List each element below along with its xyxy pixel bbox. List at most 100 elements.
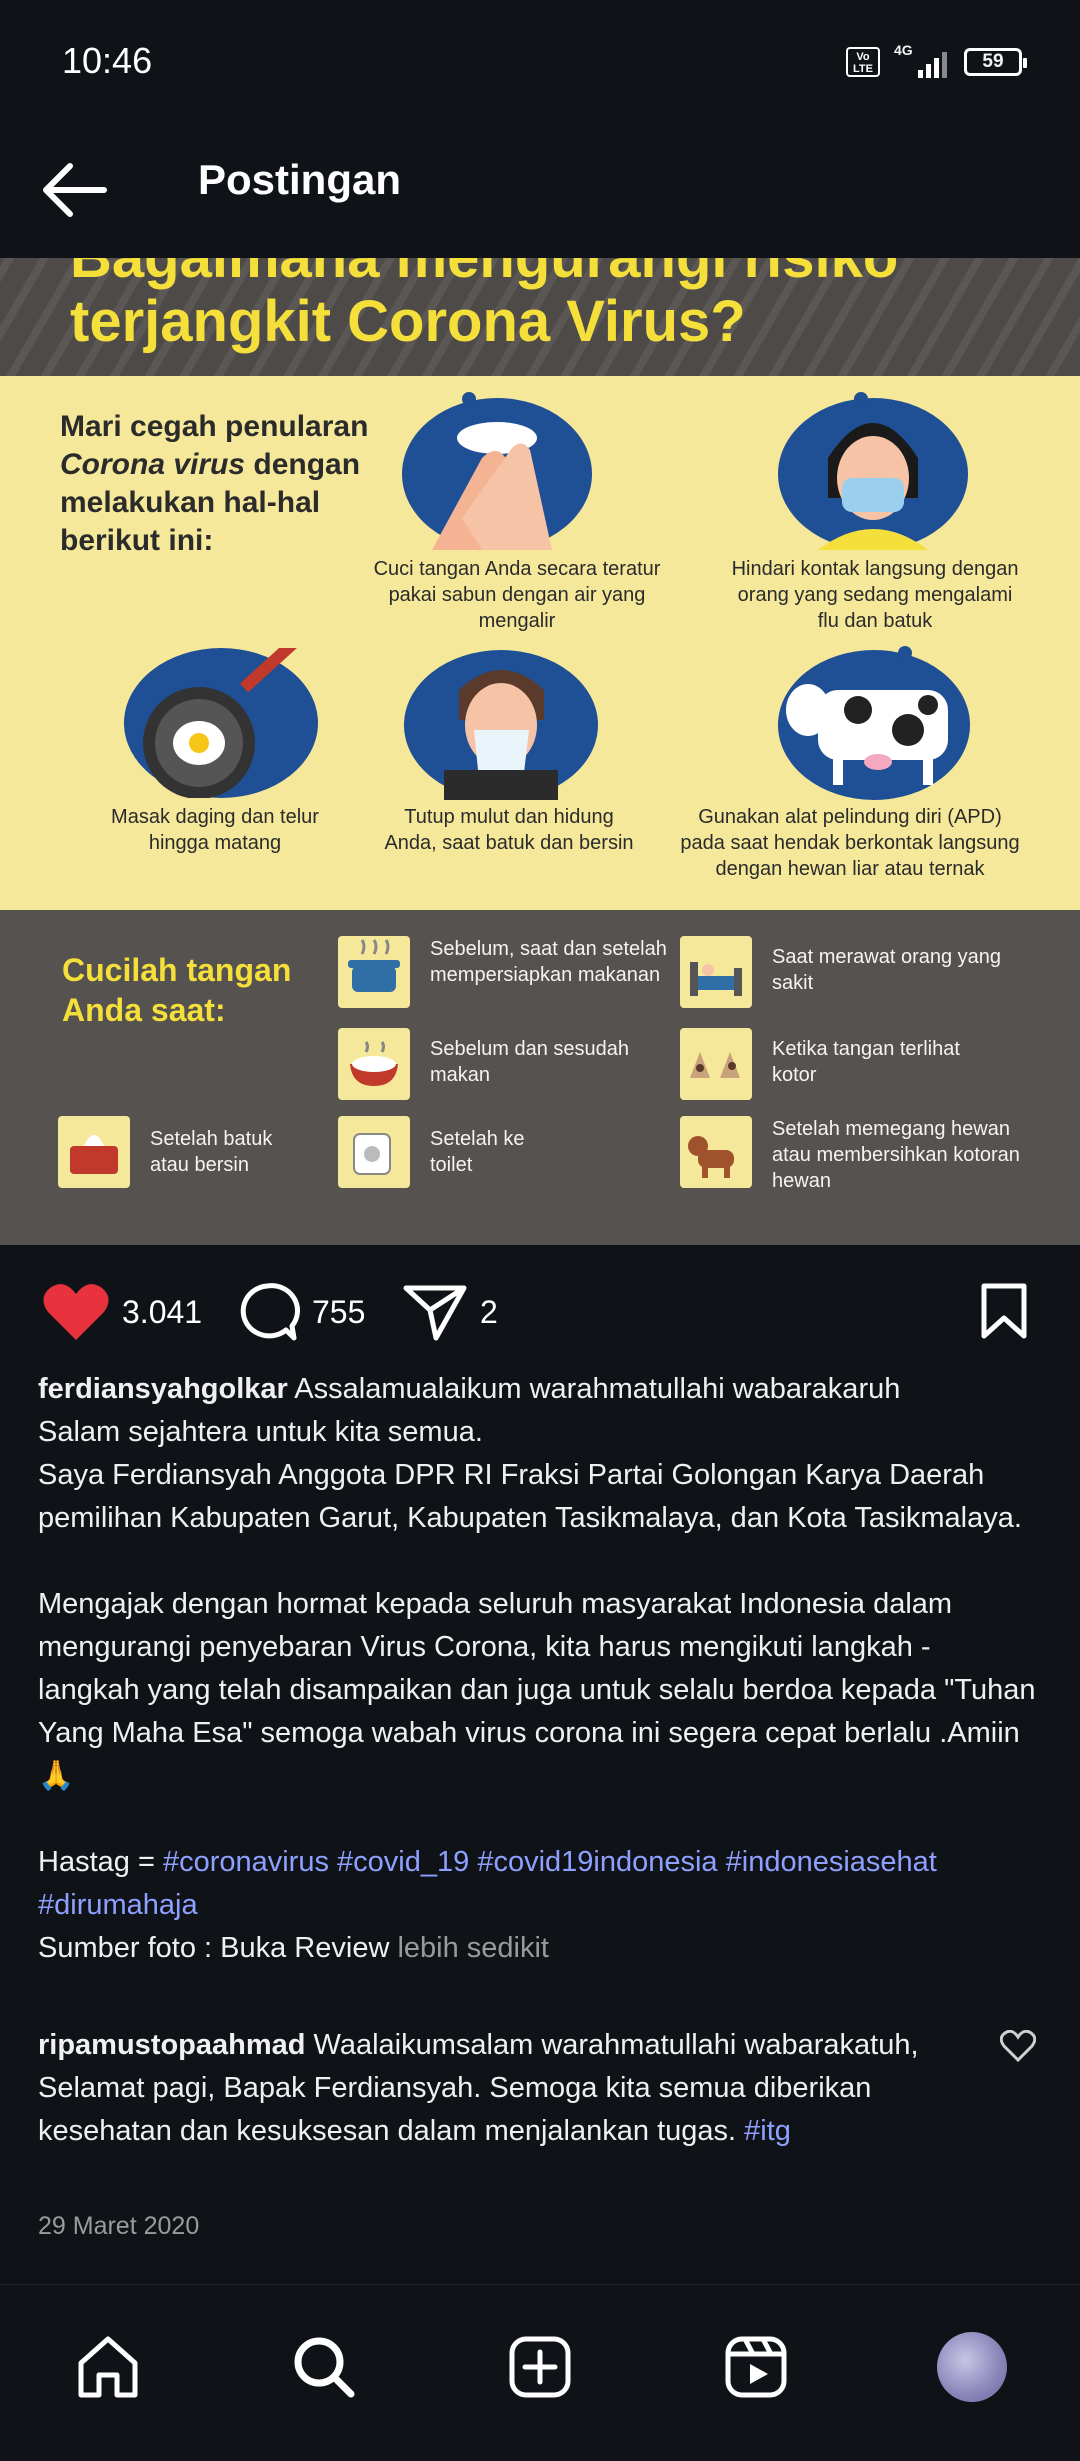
wash-title: Cucilah tangan Anda saat: (62, 950, 291, 1030)
wash-tip-text: Setelah memegang hewan atau membersihkan… (772, 1118, 1020, 1192)
intro-line: Corona virus dengan (60, 446, 420, 484)
wash-tip-text: Setelah ke toilet (430, 1128, 525, 1176)
wash-tip-text: Sebelum dan sesudah makan (430, 1038, 630, 1086)
mask-icon (818, 423, 928, 550)
intro-italic: Corona virus (60, 448, 246, 481)
hashtag-link[interactable]: #coronavirus (163, 1846, 329, 1878)
save-button[interactable] (978, 1282, 1030, 1340)
infographic-title-partial: Bagaimana mengurangi risiko (70, 258, 898, 291)
hashtag-prefix: Hastag = (38, 1846, 163, 1878)
post-image[interactable]: Bagaimana mengurangi risiko terjangkit C… (0, 258, 1080, 1245)
status-icons: Vo LTE 4G 59 (846, 42, 1027, 78)
reels-icon (725, 2336, 787, 2398)
nav-profile[interactable] (934, 2329, 1010, 2405)
status-bar: 10:46 Vo LTE 4G 59 (0, 0, 1080, 130)
cow-illustration (778, 650, 970, 800)
decor-dot (462, 392, 476, 406)
hashtag-link[interactable]: #indonesiasehat (726, 1846, 937, 1878)
comment-icon (240, 1283, 300, 1341)
bookmark-icon (981, 1283, 1027, 1339)
wash-tip: Setelah memegang hewan atau membersihkan… (680, 1116, 1050, 1194)
back-button[interactable] (40, 160, 120, 224)
comment-button[interactable]: 755 (234, 1280, 365, 1344)
infographic-intro: Mari cegah penularan Corona virus dengan… (60, 408, 420, 560)
app-header: Postingan (0, 130, 1080, 258)
intro-line: berikut ini: (60, 524, 214, 557)
intro-line: melakukan hal-hal (60, 486, 321, 519)
caption-username[interactable]: ferdiansyahgolkar (38, 1373, 288, 1405)
intro-rest: dengan (245, 448, 361, 481)
step-caption: Masak daging dan telur hingga matang (111, 806, 319, 854)
post-caption: ferdiansyahgolkar Assalamualaikum warahm… (38, 1368, 1038, 1970)
wash-tip-text: Sebelum, saat dan setelah mempersiapkan … (430, 938, 667, 986)
search-icon (294, 2337, 355, 2398)
comment-item: ripamustopaahmad Waalaikumsalam warahmat… (38, 2024, 998, 2153)
wash-tip-text: Ketika tangan terlihat kotor (772, 1038, 960, 1086)
wash-tip: Sebelum dan sesudah makan (338, 1028, 668, 1100)
wash-tip: Setelah ke toilet (338, 1116, 598, 1188)
dog-icon (680, 1116, 752, 1188)
step-caption: Tutup mulut dan hidung Anda, saat batuk … (384, 806, 634, 854)
like-button[interactable]: 3.041 (42, 1282, 202, 1342)
like-count: 3.041 (122, 1293, 203, 1330)
wash-tip: Ketika tangan terlihat kotor (680, 1028, 1050, 1100)
hashtag-link[interactable]: #covid19indonesia (477, 1846, 717, 1878)
volte-icon: Vo LTE (846, 47, 880, 77)
caption-text: Saya Ferdiansyah Anggota DPR RI Fraksi P… (38, 1459, 1022, 1534)
hashtag-link[interactable]: #covid_19 (337, 1846, 469, 1878)
rice-bowl-icon (338, 1028, 410, 1100)
send-icon (403, 1285, 467, 1341)
wash-tip: Setelah batuk atau bersin (58, 1116, 338, 1188)
hands-icon (432, 422, 552, 550)
post-date: 29 Maret 2020 (38, 2212, 200, 2240)
status-time: 10:46 (62, 40, 153, 81)
bottom-navigation (0, 2284, 1080, 2461)
signal-icon: 4G (894, 42, 950, 78)
share-count: 2 (480, 1293, 498, 1330)
cow-icon (786, 684, 948, 785)
profile-avatar (937, 2332, 1007, 2402)
share-button[interactable]: 2 (402, 1282, 498, 1342)
wash-title-line: Cucilah tangan (62, 952, 292, 988)
frying-pan-illustration (124, 633, 318, 799)
tissue-box-icon (58, 1116, 130, 1188)
source-text: Sumber foto : Buka Review (38, 1932, 390, 1964)
hashtag-link[interactable]: #dirumahaja (38, 1889, 198, 1921)
wash-tip-text: Saat merawat orang yang sakit (772, 946, 1002, 994)
caption-text: Salam sejahtera untuk kita semua. (38, 1416, 483, 1448)
nav-reels[interactable] (718, 2329, 794, 2405)
egg-pan-icon (143, 633, 304, 799)
comment-hashtag[interactable]: #itg (744, 2115, 791, 2147)
infographic-title: terjangkit Corona Virus? (70, 289, 746, 354)
dirty-hands-icon (680, 1028, 752, 1100)
caption-source: Sumber foto : Buka Review lebih sedikit (38, 1927, 1038, 1970)
step-caption: Hindari kontak langsung dengan orang yan… (731, 558, 1019, 632)
sick-bed-icon (680, 936, 752, 1008)
infographic-banner: Bagaimana mengurangi risiko terjangkit C… (0, 258, 1080, 376)
heart-icon (43, 1284, 109, 1340)
home-icon (78, 2336, 138, 2398)
nav-search[interactable] (286, 2329, 362, 2405)
step-caption: Cuci tangan Anda secara teratur pakai sa… (373, 558, 661, 632)
network-type: 4G (894, 42, 913, 58)
caption-hashtags: Hastag = #coronavirus #covid_19 #covid19… (38, 1841, 1038, 1927)
wash-tip: Saat merawat orang yang sakit (680, 936, 1050, 1008)
caption-first-para: ferdiansyahgolkar Assalamualaikum warahm… (38, 1368, 1038, 1540)
nav-create[interactable] (502, 2329, 578, 2405)
wash-hands-section: Cucilah tangan Anda saat: Sebelum, saat … (0, 910, 1080, 1245)
less-link[interactable]: lebih sedikit (397, 1932, 549, 1964)
sneeze-illustration (404, 650, 598, 800)
comment-username[interactable]: ripamustopaahmad (38, 2029, 306, 2061)
step-caption: Gunakan alat pelindung diri (APD) pada s… (680, 806, 1020, 880)
comment-count: 755 (312, 1293, 366, 1330)
handwash-illustration (402, 398, 592, 550)
decor-dot (898, 646, 912, 660)
arrow-left-icon (43, 163, 107, 217)
intro-line: Mari cegah penularan (60, 410, 369, 443)
toilet-paper-icon (338, 1116, 410, 1188)
comment-like-button[interactable] (999, 2029, 1037, 2063)
heart-outline-icon (999, 2029, 1037, 2063)
nav-home[interactable] (70, 2329, 146, 2405)
caption-second-para: Mengajak dengan hormat kepada seluruh ma… (38, 1588, 1036, 1792)
caption-text: Assalamualaikum warahmatullahi wabarakar… (287, 1373, 901, 1405)
